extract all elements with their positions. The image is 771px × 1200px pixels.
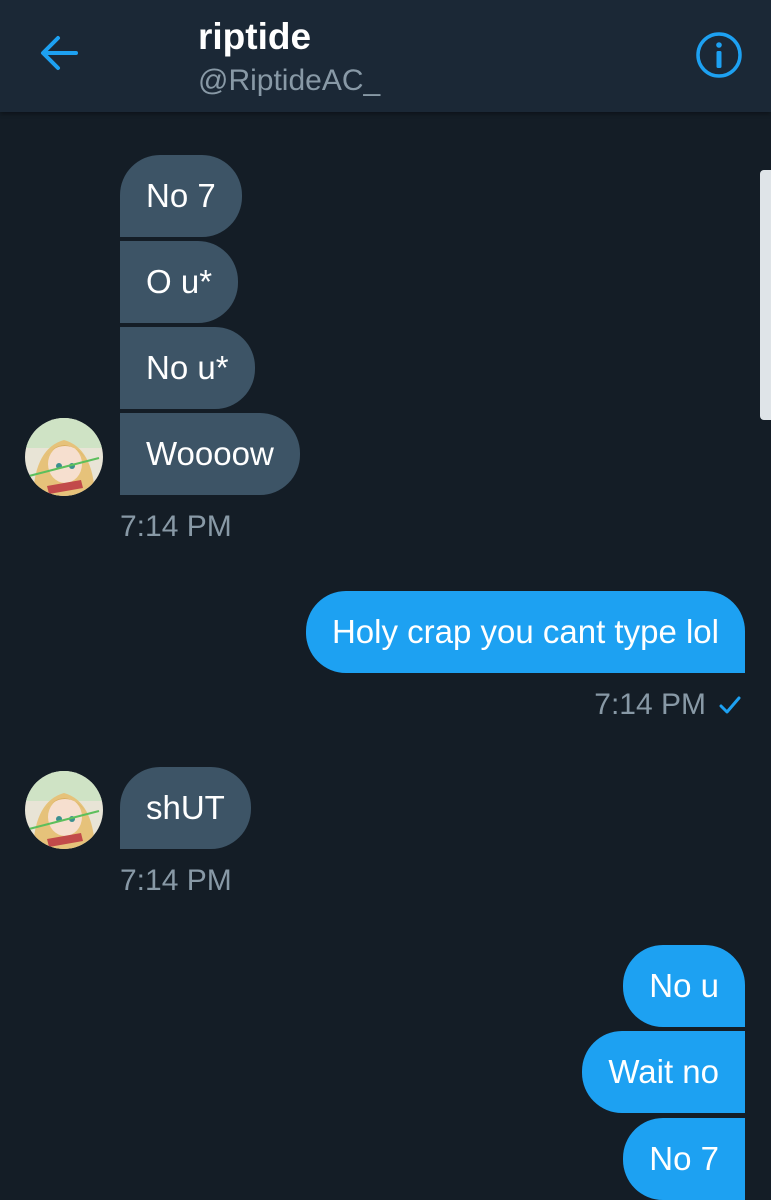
anime-avatar-image: [25, 418, 103, 496]
incoming-message[interactable]: O u*: [120, 241, 239, 323]
arrow-left-icon: [41, 36, 78, 70]
incoming-message[interactable]: No u*: [120, 327, 255, 409]
incoming-message[interactable]: No 7: [120, 155, 242, 237]
incoming-message[interactable]: shUT: [120, 767, 251, 849]
back-button[interactable]: [38, 34, 80, 72]
conversation-handle: @RiptideAC_: [198, 64, 381, 97]
message-timestamp: 7:14 PM: [594, 688, 706, 721]
conversation-header: riptide @RiptideAC_: [0, 0, 771, 112]
checkmark-icon: [719, 696, 741, 714]
info-circle-icon: [696, 32, 742, 78]
conversation-title[interactable]: riptide: [198, 16, 311, 58]
avatar[interactable]: [25, 771, 103, 849]
message-timestamp: 7:14 PM: [120, 864, 232, 897]
message-timestamp: 7:14 PM: [120, 510, 232, 543]
anime-avatar-image: [25, 771, 103, 849]
outgoing-message[interactable]: Wait no: [582, 1031, 745, 1113]
outgoing-message[interactable]: No u: [623, 945, 745, 1027]
outgoing-message[interactable]: No 7: [623, 1118, 745, 1200]
incoming-message[interactable]: Woooow: [120, 413, 300, 495]
info-button[interactable]: [694, 30, 744, 80]
avatar[interactable]: [25, 418, 103, 496]
outgoing-message[interactable]: Holy crap you cant type lol: [305, 591, 745, 673]
scrollbar[interactable]: [760, 170, 771, 420]
